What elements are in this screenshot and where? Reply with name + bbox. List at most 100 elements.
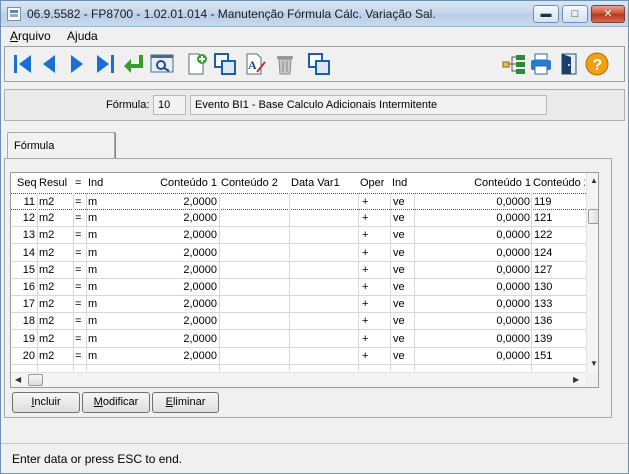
cell-oper[interactable]: + [362, 262, 388, 279]
cell-eq[interactable]: = [75, 279, 85, 296]
cell-c1[interactable]: 2,0000 [151, 279, 217, 296]
scroll-left-arrow[interactable]: ◀ [15, 375, 21, 384]
cell-ind[interactable]: m [88, 245, 116, 262]
cell-ind2[interactable]: ve [393, 348, 413, 365]
first-record-icon[interactable] [11, 52, 35, 76]
cell-eq[interactable]: = [75, 296, 85, 313]
cell-c1[interactable]: 2,0000 [151, 245, 217, 262]
table-row[interactable]: 17 m2 = m 2,0000 + ve 0,0000 133 [11, 296, 586, 314]
col-header-data-var1[interactable]: Data Var1 [291, 177, 340, 189]
cell-seq[interactable]: 15 [15, 262, 35, 279]
cell-c2b[interactable]: 127 [534, 262, 584, 279]
cell-ind2[interactable]: ve [393, 279, 413, 296]
eliminar-button[interactable]: Eliminar [152, 392, 219, 413]
col-header-ind[interactable]: Ind [88, 177, 103, 189]
exit-door-icon[interactable] [557, 52, 581, 76]
cell-oper[interactable]: + [362, 331, 388, 348]
cell-seq[interactable]: 18 [15, 313, 35, 330]
maximize-button[interactable]: □ [562, 5, 588, 23]
col-header-conteudo1b[interactable]: Conteúdo 1 [451, 177, 531, 189]
cell-c2b[interactable]: 133 [534, 296, 584, 313]
scroll-right-arrow[interactable]: ▶ [573, 375, 579, 384]
table-row[interactable]: 12 m2 = m 2,0000 + ve 0,0000 121 [11, 210, 586, 228]
cell-resul[interactable]: m2 [39, 210, 71, 227]
cell-ind[interactable]: m [88, 313, 116, 330]
cell-data[interactable] [291, 348, 357, 365]
tree-structure-icon[interactable] [502, 52, 526, 76]
cell-resul[interactable]: m2 [39, 279, 71, 296]
cell-c1b[interactable]: 0,0000 [451, 348, 530, 365]
cell-resul[interactable]: m2 [39, 313, 71, 330]
last-record-icon[interactable] [93, 52, 117, 76]
cell-resul[interactable]: m2 [39, 194, 71, 211]
cell-ind2[interactable]: ve [393, 313, 413, 330]
cell-c2b[interactable]: 151 [534, 348, 584, 365]
cell-c2[interactable] [221, 245, 287, 262]
cell-seq[interactable]: 12 [15, 210, 35, 227]
cell-eq[interactable]: = [75, 227, 85, 244]
cell-data[interactable] [291, 279, 357, 296]
cell-data[interactable] [291, 262, 357, 279]
cell-eq[interactable]: = [75, 331, 85, 348]
cell-oper[interactable]: + [362, 245, 388, 262]
cell-c2b[interactable]: 122 [534, 227, 584, 244]
table-row[interactable]: 18 m2 = m 2,0000 + ve 0,0000 136 [11, 313, 586, 331]
col-header-conteudo2[interactable]: Conteúdo 2 [221, 177, 278, 189]
cell-oper[interactable]: + [362, 194, 388, 211]
cell-c2[interactable] [221, 227, 287, 244]
cell-c1b[interactable]: 0,0000 [451, 194, 530, 211]
cell-c1b[interactable]: 0,0000 [451, 262, 530, 279]
cell-c1[interactable]: 2,0000 [151, 262, 217, 279]
minimize-button[interactable]: ▬ [533, 5, 559, 23]
cell-resul[interactable]: m2 [39, 348, 71, 365]
cell-c2[interactable] [221, 194, 287, 211]
cell-seq[interactable]: 11 [15, 194, 35, 211]
cell-c2[interactable] [221, 331, 287, 348]
title-bar[interactable]: 06.9.5582 - FP8700 - 1.02.01.014 - Manut… [1, 1, 628, 27]
horizontal-scroll-thumb[interactable] [28, 374, 43, 386]
cell-ind[interactable]: m [88, 279, 116, 296]
col-header-eq[interactable]: = [75, 177, 81, 189]
cell-c1b[interactable]: 0,0000 [451, 227, 530, 244]
cell-ind2[interactable]: ve [393, 194, 413, 211]
cell-ind[interactable]: m [88, 331, 116, 348]
cell-data[interactable] [291, 313, 357, 330]
cell-eq[interactable]: = [75, 313, 85, 330]
cell-data[interactable] [291, 227, 357, 244]
cell-c1b[interactable]: 0,0000 [451, 331, 530, 348]
cell-ind[interactable]: m [88, 210, 116, 227]
cell-c2b[interactable]: 139 [534, 331, 584, 348]
cell-c2[interactable] [221, 296, 287, 313]
cell-data[interactable] [291, 194, 357, 211]
cell-ind2[interactable]: ve [393, 331, 413, 348]
cell-resul[interactable]: m2 [39, 296, 71, 313]
cell-c1b[interactable]: 0,0000 [451, 279, 530, 296]
search-preview-icon[interactable] [150, 52, 174, 76]
close-button[interactable]: ✕ [591, 5, 625, 23]
incluir-button[interactable]: Incluir [12, 392, 80, 413]
cell-c1[interactable]: 2,0000 [151, 348, 217, 365]
cell-c1[interactable]: 2,0000 [151, 331, 217, 348]
tab-formula[interactable]: Fórmula [7, 132, 115, 158]
cell-c2b[interactable]: 119 [534, 194, 584, 211]
vertical-scroll-thumb[interactable] [588, 209, 598, 224]
cell-oper[interactable]: + [362, 210, 388, 227]
menu-ajuda[interactable]: Ajuda [67, 29, 98, 43]
col-header-conteudo2b[interactable]: Conteúdo 2 [533, 177, 585, 189]
cell-c2b[interactable]: 121 [534, 210, 584, 227]
table-row[interactable]: 19 m2 = m 2,0000 + ve 0,0000 139 [11, 331, 586, 348]
cell-eq[interactable]: = [75, 262, 85, 279]
cell-oper[interactable]: + [362, 313, 388, 330]
cell-c1b[interactable]: 0,0000 [451, 313, 530, 330]
cell-resul[interactable]: m2 [39, 227, 71, 244]
cell-c1[interactable]: 2,0000 [151, 210, 217, 227]
cell-oper[interactable]: + [362, 348, 388, 365]
table-row[interactable]: 14 m2 = m 2,0000 + ve 0,0000 124 [11, 245, 586, 262]
cell-eq[interactable]: = [75, 194, 85, 211]
cell-ind[interactable]: m [88, 348, 116, 365]
print-icon[interactable] [529, 52, 553, 76]
cell-c1[interactable]: 2,0000 [151, 194, 217, 211]
col-header-ind2[interactable]: Ind [392, 177, 407, 189]
return-icon[interactable] [121, 52, 145, 76]
cell-seq[interactable]: 16 [15, 279, 35, 296]
